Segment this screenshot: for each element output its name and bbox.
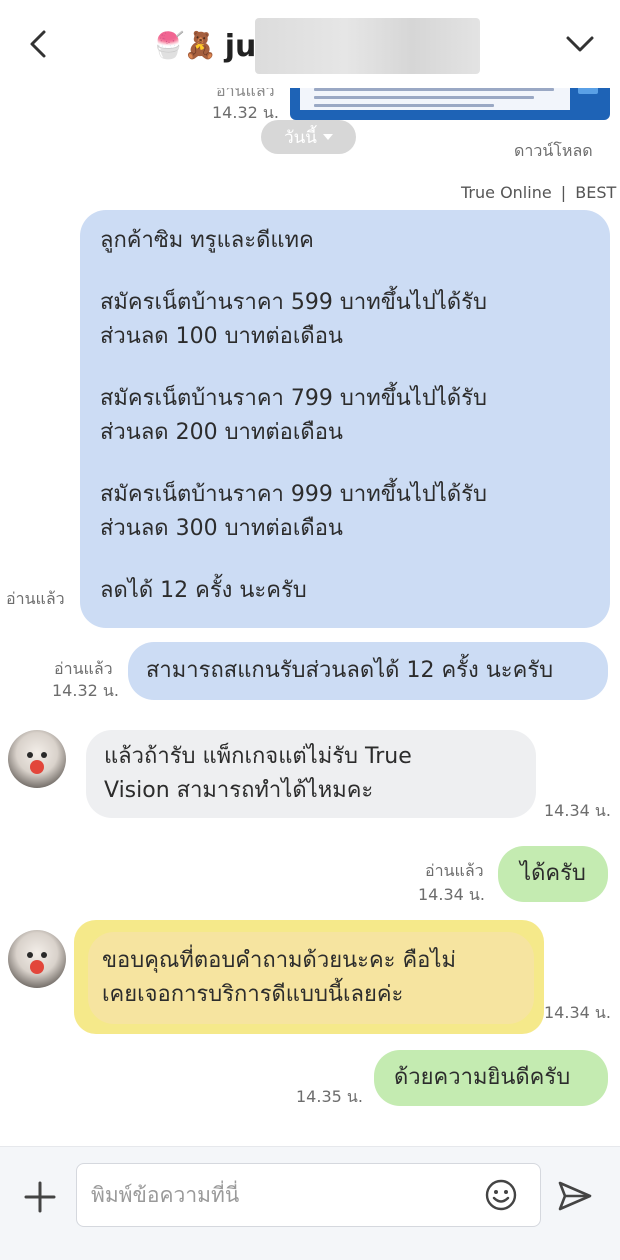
image-detail: [314, 88, 554, 91]
incoming-message-question[interactable]: แล้วถ้ารับ แพ็กเกจแต่ไม่รับ True Vision …: [86, 730, 536, 818]
message-text: สามารถสแกนรับส่วนลดได้ 12 ครั้ง นะครับ: [146, 658, 554, 683]
back-button[interactable]: [22, 26, 58, 62]
avatar-detail: [41, 752, 47, 758]
sender-tag: True Online | BEST: [461, 182, 616, 204]
message-time: 14.34 น.: [544, 1003, 611, 1022]
chat-title[interactable]: 🍧🧸 ju: [152, 26, 256, 66]
message-time: 14.34 น.: [418, 885, 485, 904]
download-link[interactable]: ดาวน์โหลด: [514, 140, 593, 162]
message-line: ลดได้ 12 ครั้ง นะครับ: [100, 578, 307, 603]
chat-header: 🍧🧸 ju: [0, 0, 620, 88]
sender-name: True Online: [461, 183, 552, 202]
avatar-detail: [41, 952, 47, 958]
message-line: แล้วถ้ารับ แพ็กเกจแต่ไม่รับ True: [104, 744, 412, 769]
smiley-icon: [485, 1179, 517, 1211]
read-receipt: อ่านแล้ว: [216, 88, 275, 100]
emoji-button[interactable]: [484, 1178, 518, 1212]
message-line: เคยเจอการบริการดีแบบนี้เลยค่ะ: [102, 982, 404, 1007]
message-text: ด้วยความยินดีครับ: [394, 1065, 571, 1090]
message-line: ส่วนลด 200 บาทต่อเดือน: [100, 420, 343, 445]
avatar-detail: [27, 752, 33, 758]
message-time: 14.35 น.: [296, 1087, 363, 1106]
incoming-message-thanks[interactable]: ขอบคุณที่ตอบคำถามด้วยนะคะ คือไม่ เคยเจอก…: [88, 932, 534, 1024]
image-content: [300, 88, 570, 110]
message-line: สมัครเน็ตบ้านราคา 799 บาทขึ้นไปได้รับ: [100, 386, 487, 411]
plus-icon: [24, 1181, 56, 1213]
avatar-detail: [30, 760, 44, 774]
avatar-detail: [30, 960, 44, 974]
message-line: Vision สามารถทำได้ไหมคะ: [104, 778, 374, 803]
date-selector-pill[interactable]: วันนี้: [261, 120, 356, 154]
read-receipt: อ่านแล้ว: [54, 659, 113, 678]
image-detail: [314, 96, 534, 99]
chat-menu-button[interactable]: [562, 26, 598, 62]
message-time: 14.32 น.: [52, 681, 119, 700]
date-label: วันนี้: [284, 127, 317, 148]
message-time: 14.34 น.: [544, 801, 611, 820]
outgoing-message-scan[interactable]: สามารถสแกนรับส่วนลดได้ 12 ครั้ง นะครับ: [128, 642, 608, 700]
message-line: ลูกค้าซิม ทรูและดีแทค: [100, 228, 314, 253]
outgoing-message-promo[interactable]: ลูกค้าซิม ทรูและดีแทค สมัครเน็ตบ้านราคา …: [80, 210, 610, 628]
image-detail: [578, 88, 598, 94]
message-text: ได้ครับ: [520, 861, 586, 886]
message-input-box[interactable]: [76, 1163, 541, 1227]
send-icon: [558, 1181, 592, 1211]
avatar-detail: [27, 952, 33, 958]
sender-separator: |: [560, 183, 567, 202]
message-line: ส่วนลด 100 บาทต่อเดือน: [100, 324, 343, 349]
attach-button[interactable]: [22, 1179, 58, 1215]
image-detail: [314, 104, 494, 107]
chevron-down-icon: [566, 36, 594, 52]
image-message-thumbnail[interactable]: [290, 88, 610, 120]
send-button[interactable]: [556, 1177, 594, 1215]
title-text: ju: [224, 28, 257, 64]
outgoing-message-welcome[interactable]: ด้วยความยินดีครับ: [374, 1050, 608, 1106]
read-receipt: อ่านแล้ว: [425, 861, 484, 880]
message-line: ส่วนลด 300 บาทต่อเดือน: [100, 516, 343, 541]
read-receipt: อ่านแล้ว: [6, 589, 65, 608]
message-line: สมัครเน็ตบ้านราคา 599 บาทขึ้นไปได้รับ: [100, 290, 487, 315]
message-line: ขอบคุณที่ตอบคำถามด้วยนะคะ คือไม่: [102, 948, 456, 973]
sender-suffix: BEST: [575, 183, 617, 202]
message-composer: [0, 1146, 620, 1260]
chevron-left-icon: [30, 30, 46, 58]
contact-avatar[interactable]: [8, 730, 66, 788]
contact-avatar[interactable]: [8, 930, 66, 988]
message-time: 14.32 น.: [212, 103, 279, 122]
title-emoji: 🍧🧸: [152, 31, 217, 61]
outgoing-message-yes[interactable]: ได้ครับ: [498, 846, 608, 902]
message-input[interactable]: [91, 1164, 481, 1226]
redacted-name-blur: [255, 18, 480, 74]
message-list[interactable]: อ่านแล้ว 14.32 น. ดาวน์โหลด วันนี้ True …: [0, 88, 620, 1146]
caret-down-icon: [322, 134, 333, 140]
message-line: สมัครเน็ตบ้านราคา 999 บาทขึ้นไปได้รับ: [100, 482, 487, 507]
